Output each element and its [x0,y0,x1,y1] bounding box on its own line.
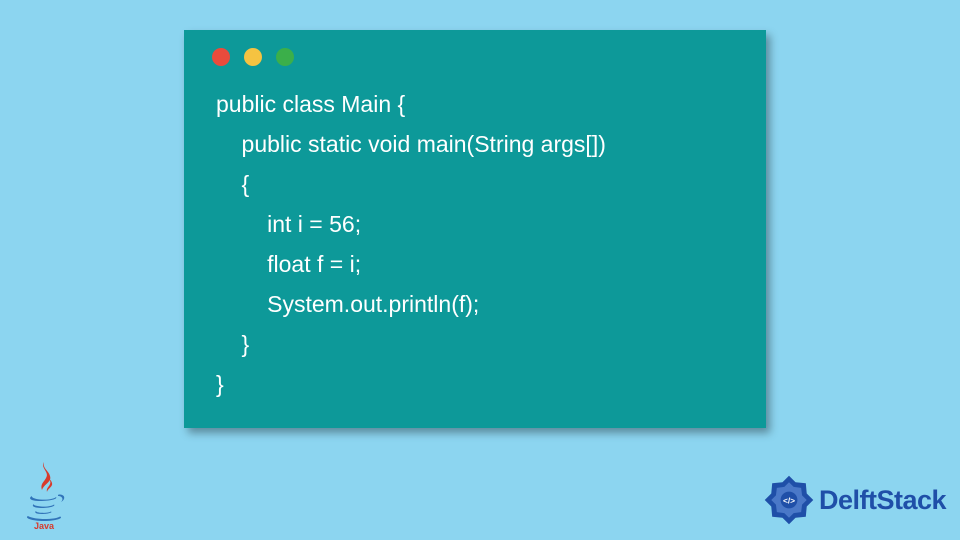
window-traffic-lights [212,48,294,66]
code-window: public class Main { public static void m… [184,30,766,428]
java-label: Java [34,521,55,530]
code-line: float f = i; [216,251,361,277]
delftstack-brand-text: DelftStack [819,485,946,516]
close-icon [212,48,230,66]
code-line: int i = 56; [216,211,361,237]
code-line: } [216,371,224,397]
svg-text:</>: </> [783,495,795,505]
code-line: public static void main(String args[]) [216,131,606,157]
minimize-icon [244,48,262,66]
code-line: { [216,171,249,197]
delftstack-emblem-icon: </> [761,472,817,528]
maximize-icon [276,48,294,66]
code-line: } [216,331,249,357]
code-line: public class Main { [216,91,405,117]
code-line: System.out.println(f); [216,291,479,317]
delftstack-logo: </> DelftStack [761,472,946,528]
java-logo-icon: Java [18,460,70,530]
code-block: public class Main { public static void m… [216,84,606,404]
